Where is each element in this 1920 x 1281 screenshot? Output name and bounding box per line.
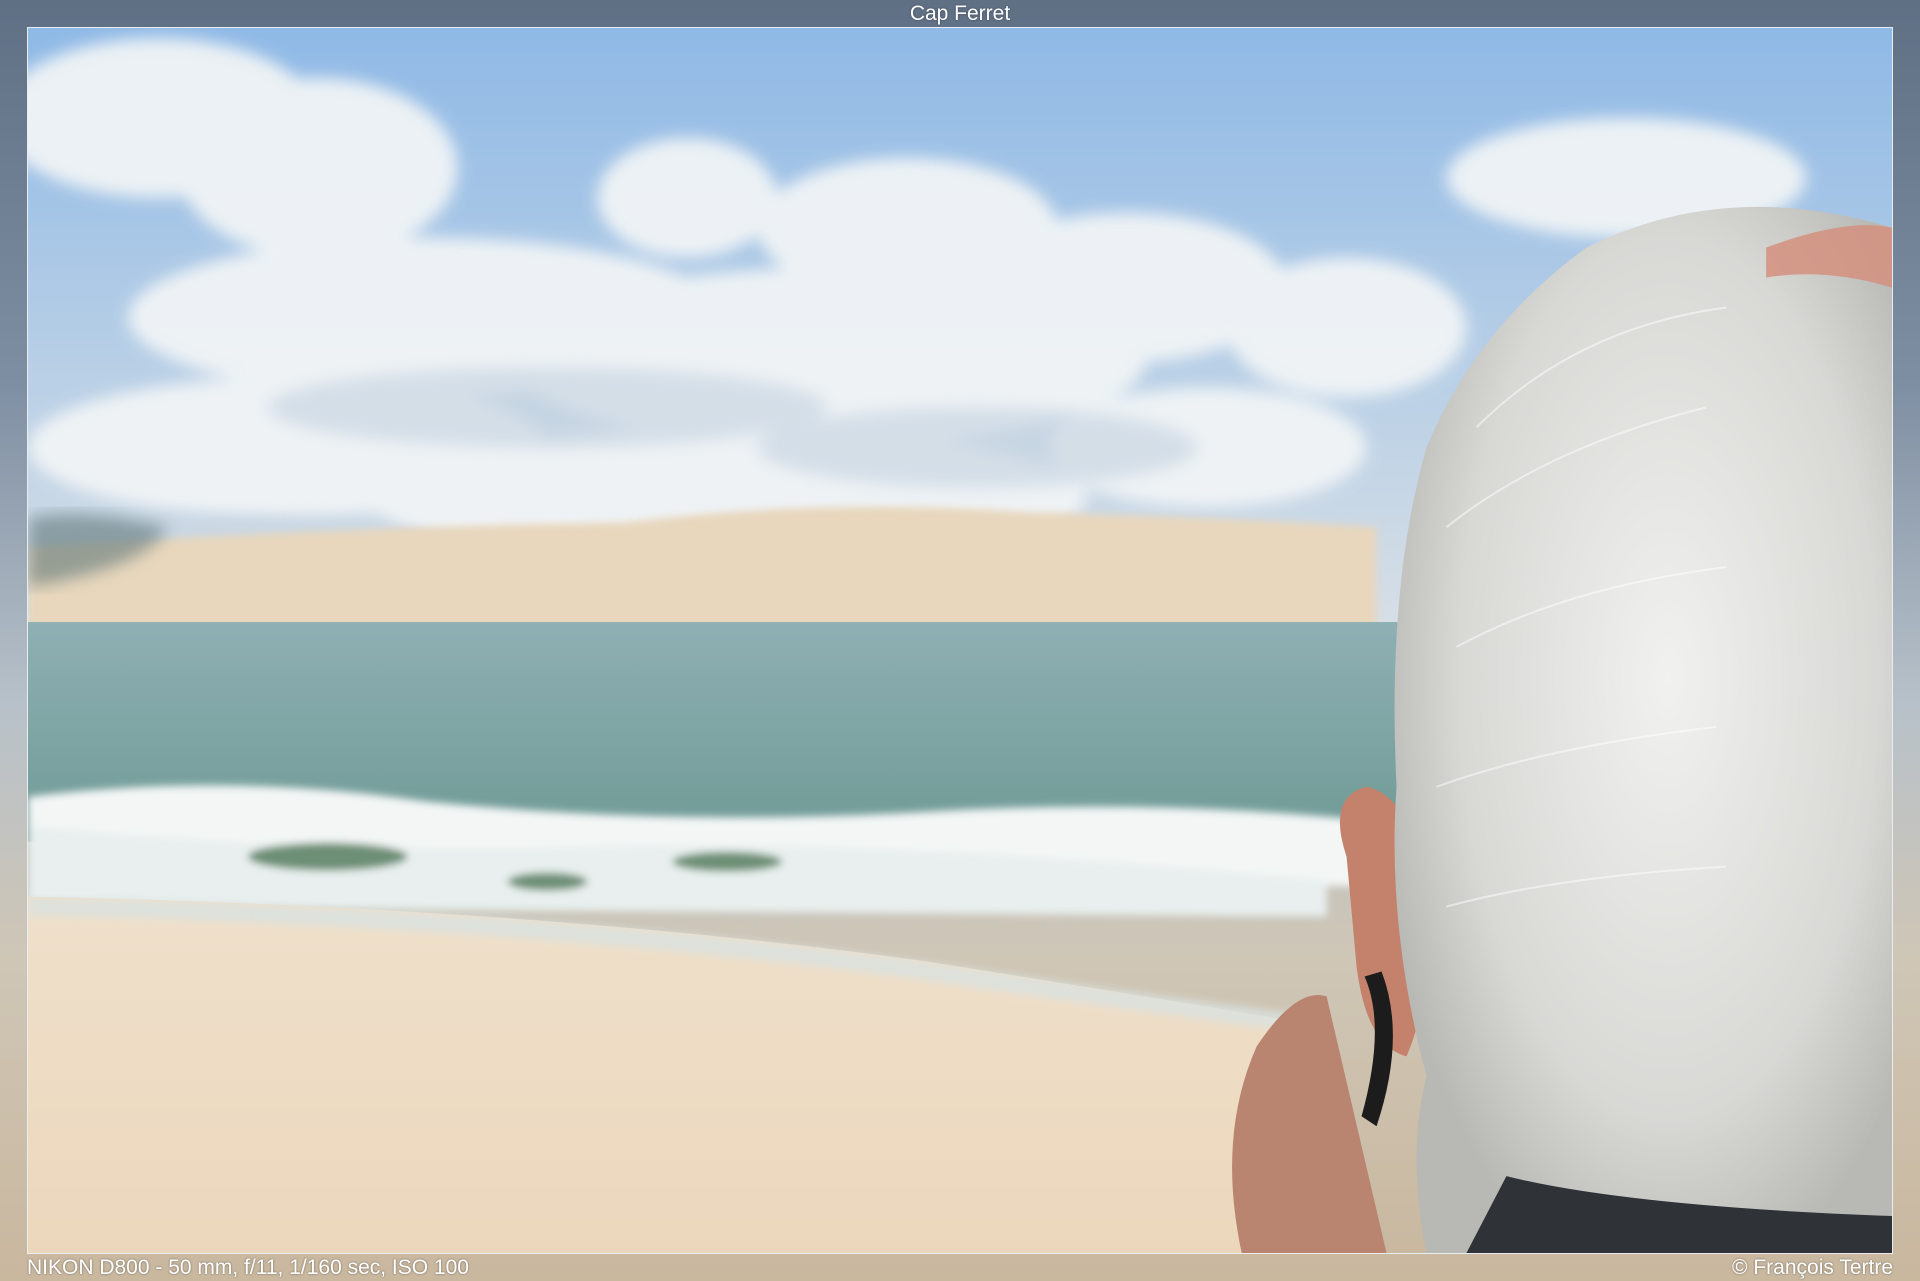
photo (27, 27, 1893, 1254)
photo-title: Cap Ferret (909, 2, 1011, 25)
exif-caption: NIKON D800 - 50 mm, f/11, 1/160 sec, ISO… (27, 1256, 469, 1279)
copyright-caption: © François Tertre (1732, 1256, 1893, 1279)
seaside-dune-photo-icon (28, 28, 1892, 1253)
photo-viewer: Cap Ferret NIKON D800 - 50 mm, f/11, 1/1… (0, 0, 1920, 1281)
